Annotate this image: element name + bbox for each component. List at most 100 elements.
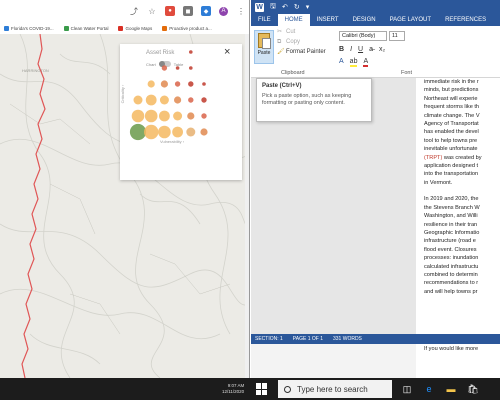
font-format-row: B I U a̶ x₂	[339, 46, 385, 53]
bubble-point[interactable]	[145, 94, 157, 106]
italic-icon[interactable]: I	[350, 46, 352, 53]
format-painter-label: Format Painter	[286, 49, 326, 55]
status-section[interactable]: SECTION: 1	[255, 336, 283, 342]
document-page[interactable]: immediate risk in the r minds, but predic…	[416, 78, 500, 334]
bubble-point[interactable]	[131, 109, 145, 123]
bubble-point[interactable]	[174, 96, 182, 104]
store-icon[interactable]: 🛍	[466, 382, 480, 396]
tab-references[interactable]: REFERENCES	[438, 14, 493, 26]
document-text-line: (TRPT) was created by	[424, 154, 482, 161]
word-title-bar: W 🖫 ↶ ↻ ▾	[251, 0, 500, 14]
tab-home[interactable]: HOME	[277, 14, 310, 26]
bubble-point[interactable]	[174, 81, 181, 87]
bubble-point[interactable]	[200, 128, 208, 136]
bubble-point[interactable]	[160, 80, 168, 88]
bubble-point[interactable]	[189, 50, 193, 54]
status-bar: SECTION: 1 PAGE 1 OF 1 331 WORDS	[251, 334, 500, 344]
bubble-point[interactable]	[188, 81, 194, 87]
status-word-count[interactable]: 331 WORDS	[333, 336, 362, 342]
tab-design[interactable]: DESIGN	[346, 14, 383, 26]
bubble-point[interactable]	[202, 82, 206, 86]
windows-start-icon[interactable]	[256, 383, 268, 395]
document-text-line: the Stevens Branch W	[424, 204, 480, 211]
save-icon[interactable]: 🖫	[270, 2, 276, 13]
bubble-point[interactable]	[187, 112, 195, 120]
tab-page-layout[interactable]: PAGE LAYOUT	[383, 14, 438, 26]
bubble-point[interactable]	[189, 66, 193, 70]
tab-insert[interactable]: INSERT	[310, 14, 346, 26]
profile-avatar[interactable]: A	[219, 6, 228, 16]
tooltip-body-1: Pick a paste option, such as keeping	[262, 93, 352, 99]
font-color-icon[interactable]: A	[363, 58, 369, 67]
bubble-point[interactable]	[188, 97, 194, 103]
star-icon[interactable]: ☆	[147, 6, 157, 16]
extension-icon[interactable]: ●	[165, 6, 175, 16]
subscript-icon[interactable]: x₂	[379, 46, 385, 53]
copy-button[interactable]: ⧉ Copy	[277, 39, 326, 45]
bubble-point[interactable]	[175, 66, 180, 70]
windows-taskbar: 9:07 AM 12/11/2020 Type here to search ◫…	[0, 378, 500, 400]
bubble-point[interactable]	[186, 127, 196, 137]
font-name-select[interactable]: Calibri (Body)	[339, 31, 387, 41]
page-scrollbar[interactable]	[245, 34, 249, 378]
clipboard-icon	[258, 33, 271, 49]
taskbar-apps: ◫ e ▬ 🛍	[400, 382, 480, 396]
extension-icon[interactable]: ◆	[201, 6, 211, 16]
bubble-point[interactable]	[159, 110, 170, 122]
bubble-point[interactable]	[201, 97, 207, 103]
strikethrough-icon[interactable]: a̶	[369, 46, 373, 53]
address-bar[interactable]	[4, 5, 121, 17]
extension-icon[interactable]: ◼	[183, 6, 193, 16]
bold-icon[interactable]: B	[339, 46, 344, 53]
share-icon[interactable]: ⤴	[129, 6, 139, 16]
taskbar-search-box[interactable]: Type here to search	[278, 380, 392, 398]
cut-button[interactable]: ✂ Cut	[277, 29, 326, 35]
document-text-line: into the transportation	[424, 171, 479, 178]
asset-risk-bubble-chart: Criticality › Vulnerability ›	[120, 50, 208, 144]
bubble-point[interactable]	[161, 65, 168, 71]
task-view-icon[interactable]: ◫	[400, 382, 414, 396]
text-effects-icon[interactable]: A	[339, 58, 344, 67]
document-text-line: minds, but predictions	[424, 87, 479, 94]
bubble-point[interactable]	[129, 123, 147, 141]
bookmark-item[interactable]: Florida's COVID-19...	[4, 25, 54, 31]
font-size-select[interactable]: 11	[389, 31, 405, 41]
chart-y-axis-label: Criticality ›	[120, 84, 125, 103]
customize-qat-icon[interactable]: ▾	[306, 3, 310, 11]
system-clock[interactable]: 9:07 AM 12/11/2020	[222, 383, 244, 395]
document-text-line: climate change. The V	[424, 112, 480, 119]
word-window: W 🖫 ↶ ↻ ▾ FILE HOME INSERT DESIGN PAGE L…	[251, 0, 500, 378]
menu-icon[interactable]: ⋮	[236, 6, 246, 16]
bubble-point[interactable]	[158, 125, 171, 139]
bubble-point[interactable]	[144, 109, 158, 123]
document-text-line: If you would like more	[424, 346, 479, 352]
bubble-point[interactable]	[147, 80, 155, 88]
clock-date: 12/11/2020	[222, 389, 245, 394]
highlight-icon[interactable]: ab	[349, 58, 358, 67]
bubble-point[interactable]	[201, 113, 207, 119]
word-logo-icon: W	[255, 2, 264, 12]
file-explorer-icon[interactable]: ▬	[444, 382, 458, 396]
close-icon[interactable]: ×	[224, 46, 230, 58]
bookmark-item[interactable]: Google Maps	[118, 25, 152, 31]
document-link[interactable]: (TRPT)	[424, 155, 442, 161]
edge-icon[interactable]: e	[422, 382, 436, 396]
bookmark-item[interactable]: Proactive product a...	[162, 25, 212, 31]
status-page[interactable]: PAGE 1 OF 1	[293, 336, 323, 342]
tab-file[interactable]: FILE	[251, 14, 278, 26]
bubble-point[interactable]	[159, 95, 169, 105]
bubble-point[interactable]	[144, 124, 159, 140]
bookmark-item[interactable]: Clean Water Portal	[63, 25, 108, 31]
bubble-point[interactable]	[173, 111, 183, 121]
bookmark-label: Florida's COVID-19...	[11, 25, 54, 31]
bookmark-favicon-icon	[4, 25, 9, 31]
bookmark-favicon-icon	[63, 25, 69, 31]
paste-button[interactable]: Paste	[254, 30, 274, 64]
underline-icon[interactable]: U	[358, 46, 363, 53]
redo-icon[interactable]: ↻	[294, 3, 300, 11]
map-view[interactable]: HARRINGTON Asset Risk × Chart Table Crit…	[0, 34, 249, 378]
format-painter-button[interactable]: 🖌 Format Painter	[277, 49, 326, 55]
bubble-point[interactable]	[172, 126, 183, 138]
bubble-point[interactable]	[133, 95, 143, 105]
undo-icon[interactable]: ↶	[282, 3, 288, 11]
